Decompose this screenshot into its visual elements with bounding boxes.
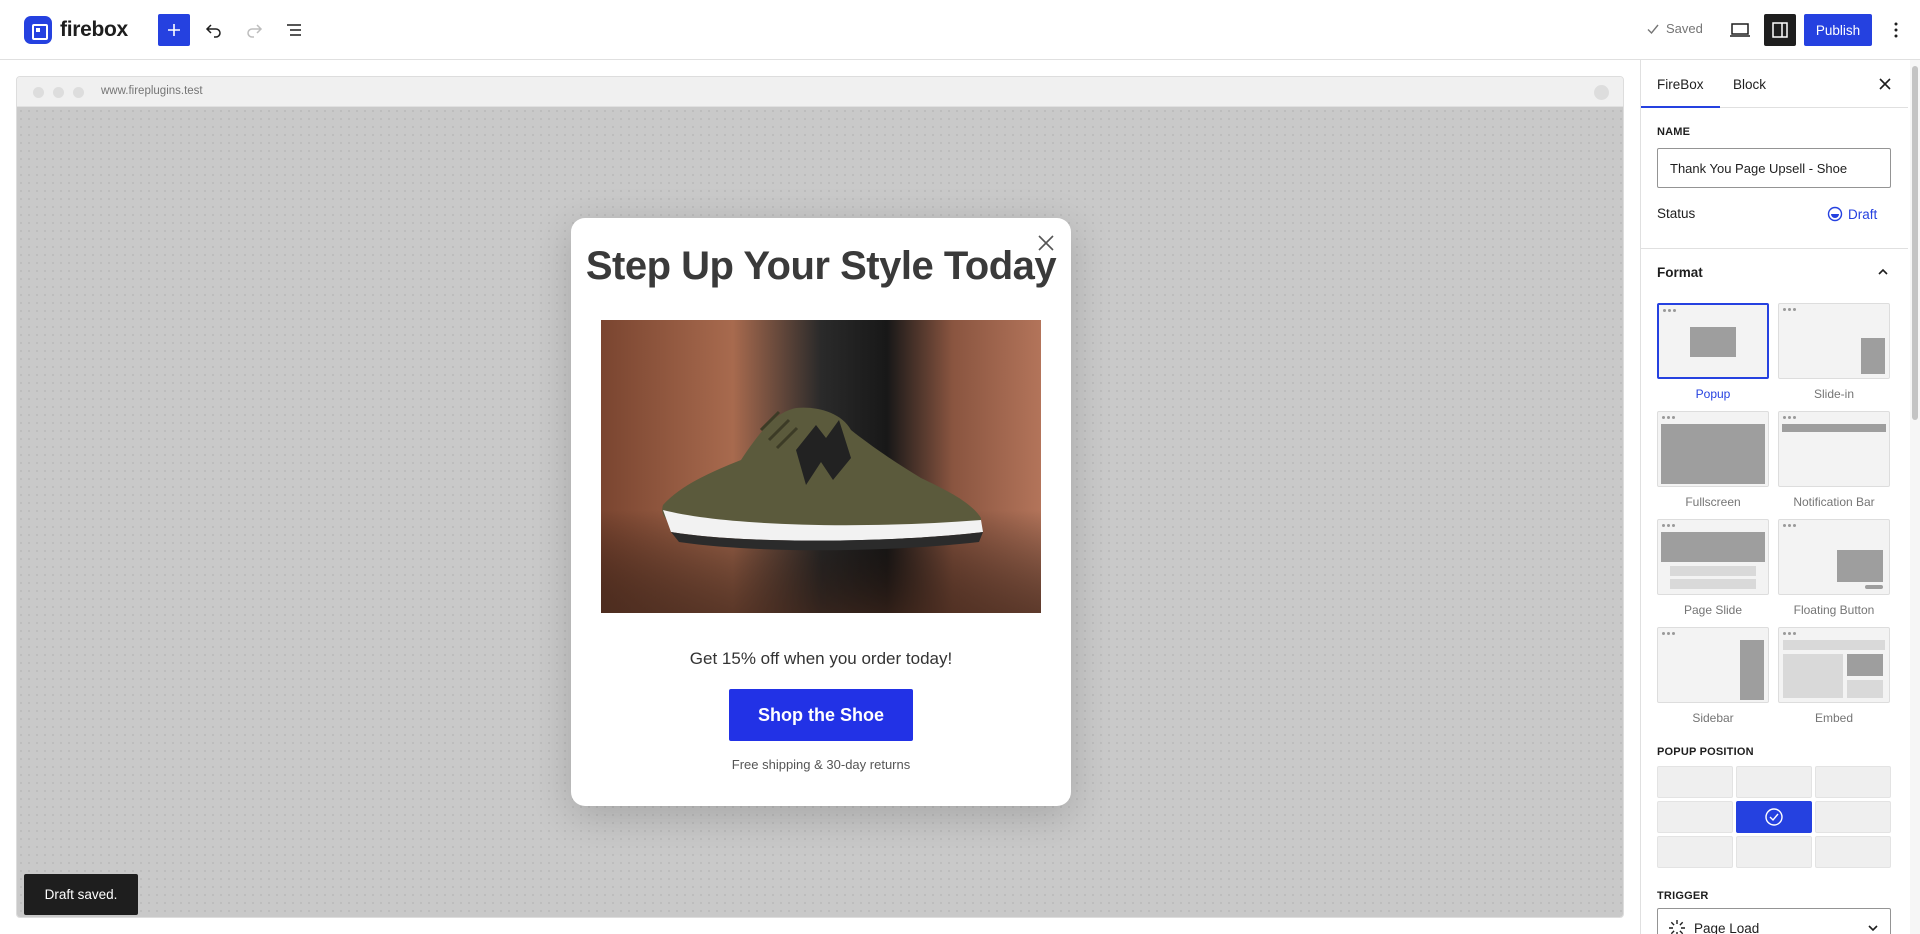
position-middle-right[interactable] [1815, 801, 1891, 833]
window-dot [73, 87, 84, 98]
position-top-left[interactable] [1657, 766, 1733, 798]
format-option-sidebar[interactable]: Sidebar [1657, 627, 1769, 725]
undo-icon [205, 24, 221, 38]
format-option-slide-in[interactable]: Slide-in [1778, 303, 1890, 401]
divider [1641, 248, 1908, 249]
format-label: Fullscreen [1685, 495, 1741, 509]
list-view-icon [287, 24, 301, 36]
trigger-value: Page Load [1694, 920, 1760, 934]
saved-label: Saved [1666, 21, 1703, 36]
trigger-select[interactable]: Page Load [1657, 908, 1891, 934]
redo-button[interactable] [238, 14, 270, 46]
format-label: Page Slide [1683, 603, 1743, 617]
settings-sidebar-toggle[interactable] [1764, 14, 1796, 46]
brand-name: firebox [60, 18, 128, 41]
name-label: NAME [1657, 126, 1691, 138]
format-label: Popup [1695, 387, 1731, 401]
format-label: Notification Bar [1793, 495, 1875, 509]
format-label: Embed [1814, 711, 1854, 725]
popup-preview[interactable]: Step Up Your Style Today Get 15% off whe… [571, 218, 1071, 806]
format-option-floating-button[interactable]: Floating Button [1778, 519, 1890, 617]
check-circle-icon [1765, 808, 1783, 826]
shop-cta-button[interactable]: Shop the Shoe [729, 689, 913, 741]
plus-icon [168, 24, 180, 36]
publish-button[interactable]: Publish [1804, 14, 1872, 46]
chevron-up-icon[interactable] [1875, 264, 1891, 280]
trigger-label: TRIGGER [1657, 890, 1709, 902]
preview-url: www.fireplugins.test [101, 85, 203, 97]
position-top-center[interactable] [1736, 766, 1812, 798]
format-section-heading[interactable]: Format [1657, 265, 1703, 280]
window-dot [33, 87, 44, 98]
redo-icon [247, 24, 263, 38]
tab-firebox[interactable]: FireBox [1641, 60, 1720, 108]
format-option-page-slide[interactable]: Page Slide [1657, 519, 1769, 617]
settings-sidebar: FireBox Block NAME Status Draft Format P… [1640, 60, 1908, 934]
sidebar-icon [1772, 22, 1788, 38]
popup-position-label: POPUP POSITION [1657, 746, 1754, 758]
position-middle-center[interactable] [1736, 801, 1812, 833]
snackbar: Draft saved. [24, 874, 138, 915]
format-label: Sidebar [1692, 711, 1734, 725]
position-bottom-right[interactable] [1815, 836, 1891, 868]
format-option-embed[interactable]: Embed [1778, 627, 1890, 725]
format-option-notification-bar[interactable]: Notification Bar [1778, 411, 1890, 509]
sidebar-scrollbar[interactable] [1910, 60, 1920, 934]
window-dot [53, 87, 64, 98]
editor-canvas: www.fireplugins.test Step Up Your Style … [16, 76, 1624, 918]
desktop-icon [1730, 23, 1750, 37]
loading-icon [1669, 920, 1685, 934]
browser-frame-bar: www.fireplugins.test [17, 77, 1623, 107]
product-image[interactable] [601, 320, 1041, 613]
position-top-right[interactable] [1815, 766, 1891, 798]
close-sidebar-icon[interactable] [1877, 76, 1893, 92]
position-bottom-center[interactable] [1736, 836, 1812, 868]
sneaker-photo [601, 320, 1041, 613]
position-middle-left[interactable] [1657, 801, 1733, 833]
preview-stage: Step Up Your Style Today Get 15% off whe… [17, 107, 1623, 917]
format-option-fullscreen[interactable]: Fullscreen [1657, 411, 1769, 509]
app-logo[interactable]: firebox [24, 16, 128, 44]
firebox-logo-icon [24, 16, 52, 44]
position-bottom-left[interactable] [1657, 836, 1733, 868]
scrollbar-thumb[interactable] [1912, 66, 1918, 420]
format-label: Floating Button [1793, 603, 1875, 617]
draft-status-icon [1827, 206, 1843, 222]
top-toolbar: firebox Saved Publish [0, 0, 1920, 60]
undo-button[interactable] [198, 14, 230, 46]
format-option-popup[interactable]: Popup [1657, 303, 1769, 401]
chevron-down-icon [1868, 925, 1878, 932]
document-overview-button[interactable] [278, 14, 310, 46]
more-options-button[interactable] [1882, 14, 1910, 46]
browser-circle-icon [1594, 85, 1609, 100]
shipping-note[interactable]: Free shipping & 30-day returns [571, 757, 1071, 772]
device-preview-button[interactable] [1724, 14, 1756, 46]
name-field[interactable] [1657, 148, 1891, 188]
saved-indicator: Saved [1646, 21, 1703, 36]
popup-heading[interactable]: Step Up Your Style Today [571, 244, 1071, 289]
offer-text[interactable]: Get 15% off when you order today! [571, 649, 1071, 669]
format-label: Slide-in [1813, 387, 1855, 401]
status-value: Draft [1848, 206, 1878, 222]
more-vertical-icon [1894, 22, 1898, 38]
status-draft-button[interactable]: Draft [1827, 206, 1877, 222]
status-label: Status [1657, 206, 1696, 221]
add-block-button[interactable] [158, 14, 190, 46]
check-icon [1647, 24, 1659, 34]
sidebar-tabs: FireBox Block [1641, 60, 1908, 108]
tab-block[interactable]: Block [1733, 60, 1766, 108]
